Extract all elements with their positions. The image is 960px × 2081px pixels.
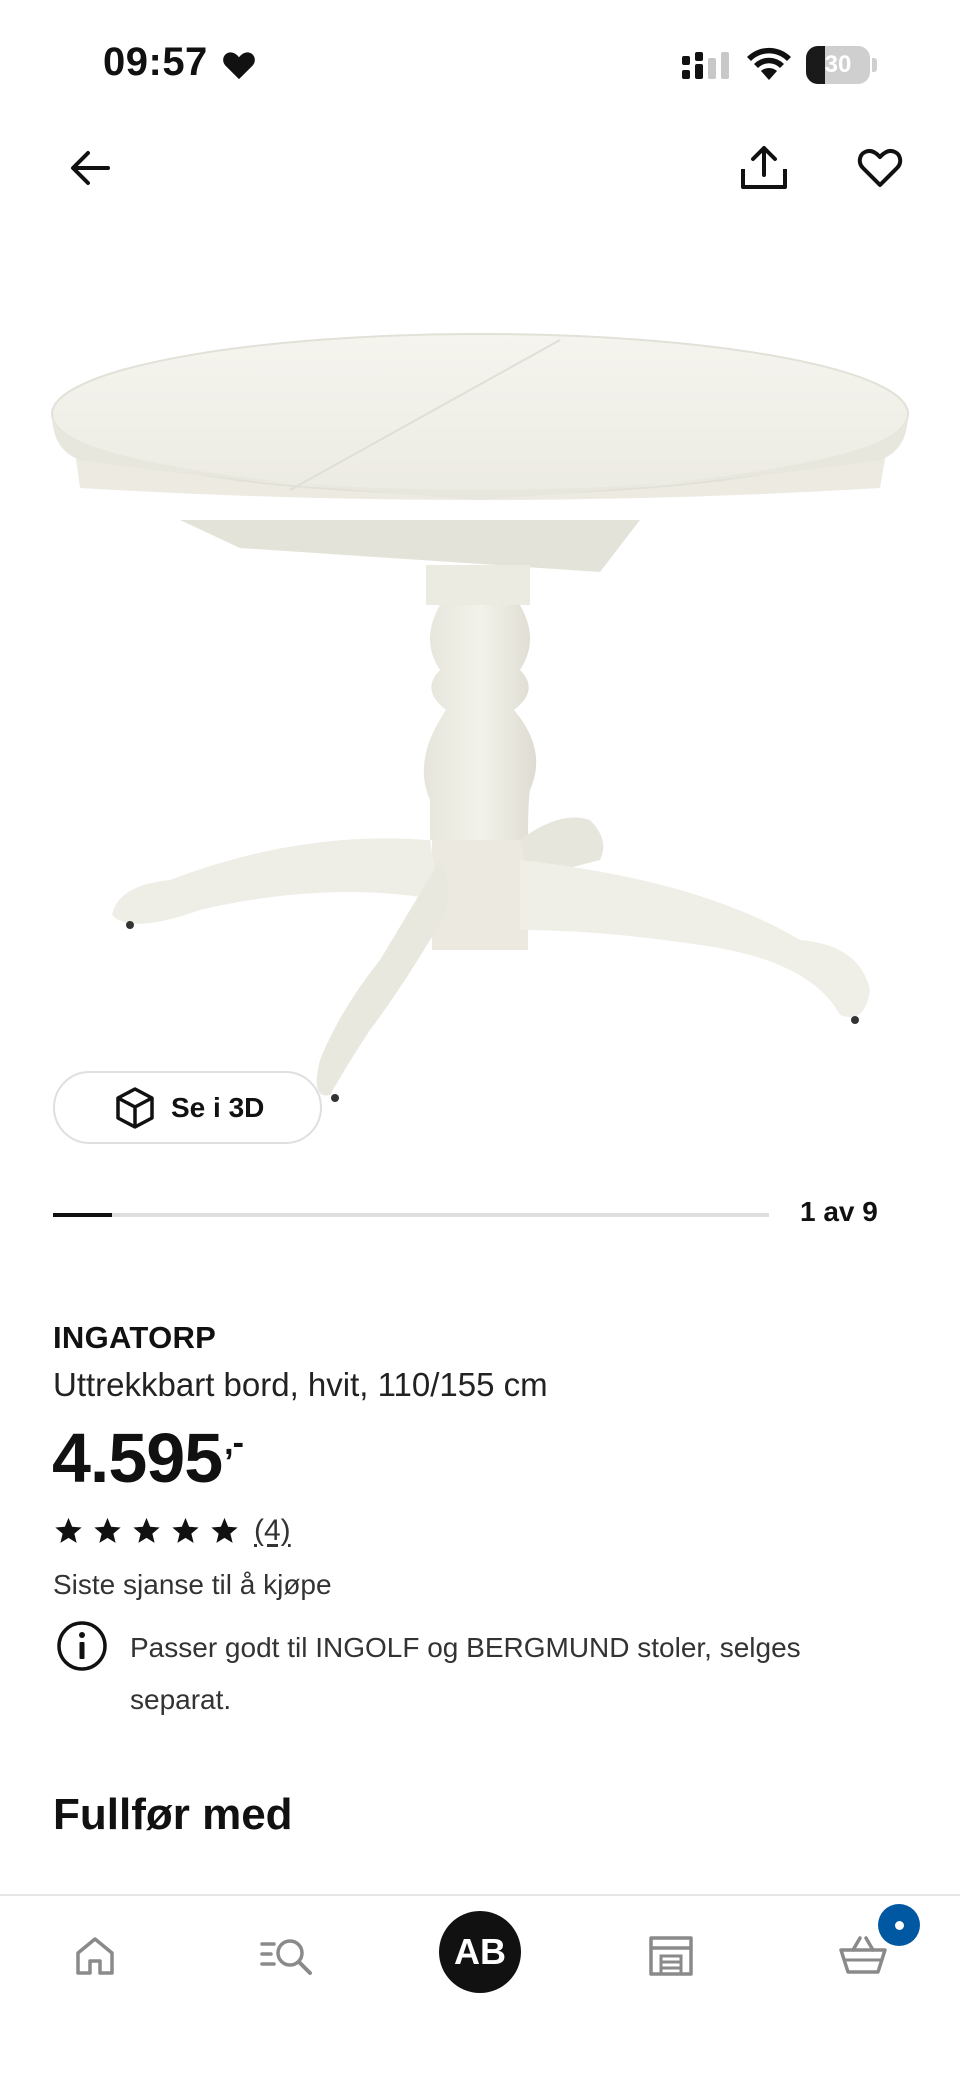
profile-avatar[interactable]: AB bbox=[439, 1911, 521, 1993]
back-arrow-icon bbox=[71, 151, 110, 185]
star-icon bbox=[94, 1517, 121, 1543]
review-count-link[interactable]: (4) bbox=[254, 1514, 291, 1548]
cube-3d-icon bbox=[116, 1086, 154, 1129]
favourite-button[interactable] bbox=[848, 136, 912, 200]
search-icon bbox=[260, 1939, 312, 1975]
share-button[interactable] bbox=[732, 136, 796, 200]
star-icon bbox=[133, 1517, 160, 1543]
carousel-progress-fill bbox=[53, 1213, 113, 1217]
availability-status: Siste sjanse til å kjøpe bbox=[53, 1569, 332, 1600]
cellular-signal-icon bbox=[682, 52, 729, 79]
wifi-icon bbox=[747, 47, 791, 80]
battery-indicator: 30 bbox=[806, 46, 878, 84]
view-in-3d-button[interactable]: Se i 3D bbox=[53, 1071, 322, 1144]
status-bar: 09:57 30 bbox=[0, 0, 960, 130]
star-icon bbox=[211, 1517, 238, 1543]
price-suffix: ,- bbox=[224, 1424, 244, 1462]
info-icon bbox=[57, 1621, 107, 1671]
star-icon bbox=[55, 1517, 82, 1543]
bottom-navigation: AB bbox=[0, 1894, 960, 2081]
product-description: Uttrekkbart bord, hvit, 110/155 cm bbox=[53, 1366, 548, 1403]
star-icon bbox=[172, 1517, 199, 1543]
product-name[interactable]: INGATORP bbox=[53, 1320, 216, 1356]
info-note-text: Passer godt til INGOLF og BERGMUND stole… bbox=[130, 1632, 801, 1715]
rating-row[interactable]: (4) bbox=[53, 1511, 291, 1551]
carousel-counter: 1 av 9 bbox=[800, 1196, 878, 1227]
cart-notification-badge bbox=[878, 1904, 920, 1946]
store-icon bbox=[649, 1936, 693, 1976]
heart-icon bbox=[857, 148, 903, 187]
product-image[interactable] bbox=[0, 300, 960, 1120]
status-time: 09:57 bbox=[103, 40, 208, 84]
battery-level: 30 bbox=[824, 51, 852, 78]
share-icon bbox=[741, 146, 787, 189]
product-price: 4.595 ,- bbox=[52, 1418, 244, 1498]
back-button[interactable] bbox=[58, 136, 122, 200]
home-icon bbox=[76, 1937, 114, 1975]
heart-status-icon bbox=[223, 52, 255, 80]
view-in-3d-label: Se i 3D bbox=[171, 1091, 265, 1123]
section-title: Fullfør med bbox=[53, 1790, 293, 1839]
nav-stores[interactable] bbox=[636, 1926, 706, 1986]
cart-icon bbox=[839, 1936, 887, 1974]
image-carousel-progress bbox=[53, 1213, 769, 1217]
nav-search[interactable] bbox=[252, 1926, 322, 1986]
price-value: 4.595 bbox=[52, 1419, 223, 1497]
nav-home[interactable] bbox=[60, 1926, 130, 1986]
